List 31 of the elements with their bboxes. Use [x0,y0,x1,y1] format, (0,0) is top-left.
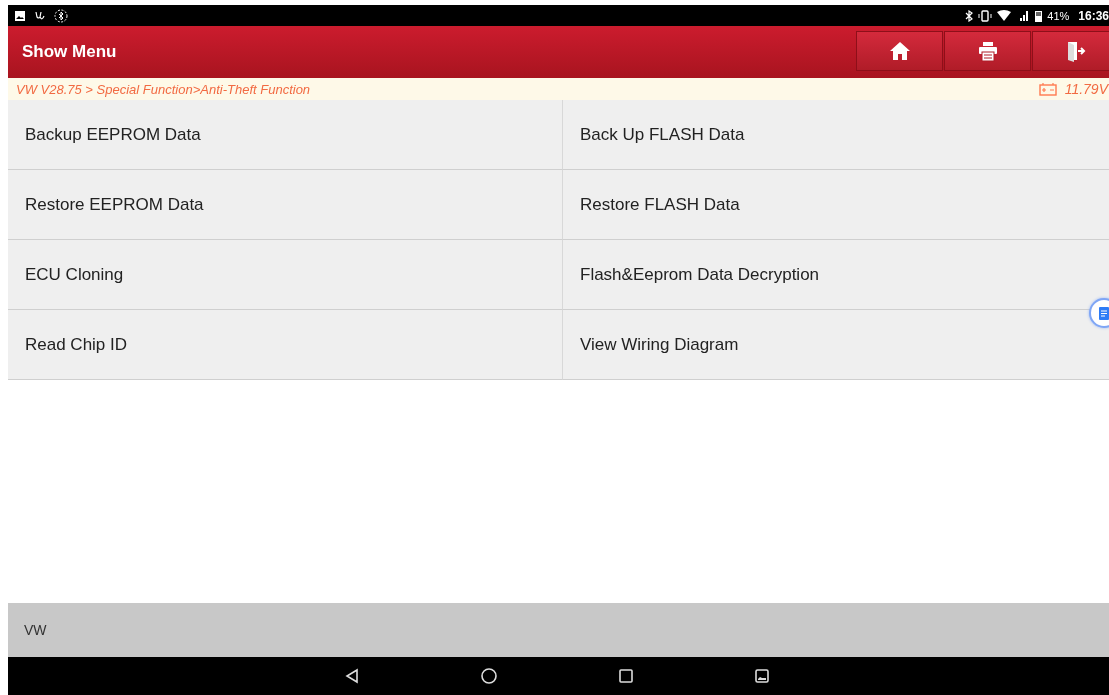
bluetooth-icon [965,9,974,22]
menu-item[interactable]: Restore FLASH Data [563,170,1109,240]
battery-icon [1038,82,1057,96]
clock: 16:36 [1078,8,1109,23]
screen-title: Show Menu [22,42,117,62]
vibrate-icon [978,9,993,22]
print-button[interactable] [944,31,1031,71]
exit-button[interactable] [1032,31,1109,71]
menu-item[interactable]: Backup EEPROM Data [8,100,563,170]
menu-item[interactable]: ECU Cloning [8,240,563,310]
image-icon [14,9,26,22]
menu-item[interactable]: Flash&Eeprom Data Decryption [563,240,1109,310]
menu-item[interactable]: Restore EEPROM Data [8,170,563,240]
bluetooth-icon [54,8,68,23]
menu-item[interactable]: Back Up FLASH Data [563,100,1109,170]
home-icon [888,40,911,62]
home-button[interactable] [856,31,943,71]
menu-item[interactable]: Read Chip ID [8,310,563,380]
back-icon[interactable] [345,668,359,684]
voltage-reading: 11.79V [1064,81,1108,97]
menu-item[interactable]: View Wiring Diagram [563,310,1109,380]
breadcrumb-path: VW V28.75 > Special Function>Anti-Theft Function [16,81,311,97]
battery-icon [1035,9,1043,22]
battery-level: 41% [1047,9,1070,22]
printer-icon [976,40,999,62]
document-icon [1099,306,1109,320]
vehicle-label: VW [24,622,47,638]
home-icon[interactable] [481,668,497,684]
recents-icon[interactable] [619,669,633,683]
screenshot-icon[interactable] [755,669,769,683]
wifi-icon [997,9,1012,22]
